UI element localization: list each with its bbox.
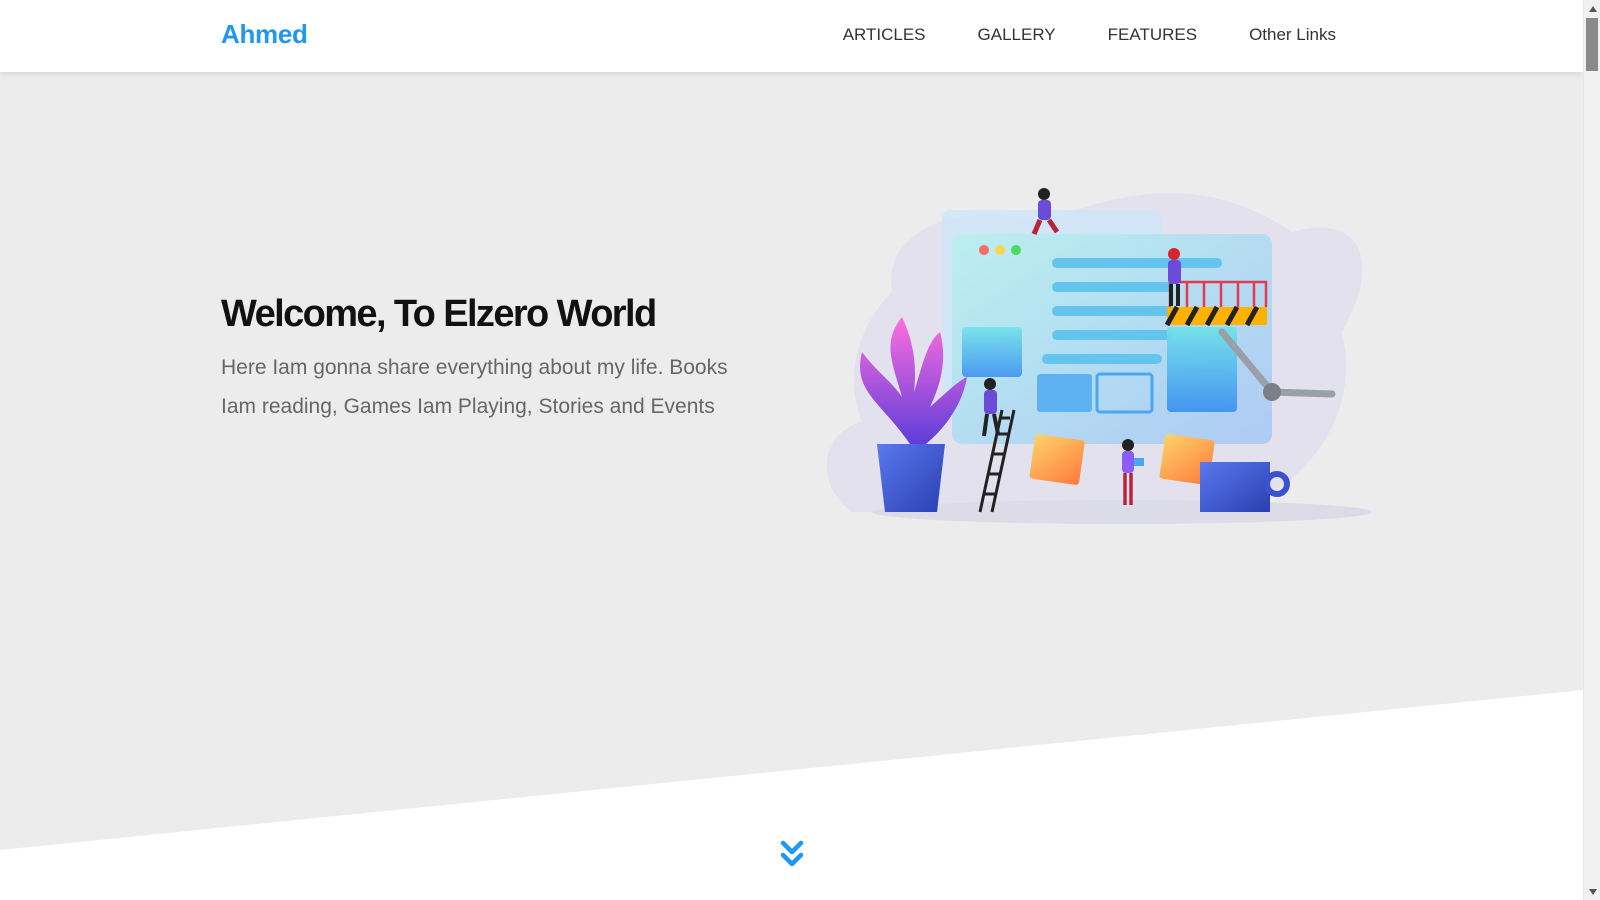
sticky-note	[1029, 434, 1085, 485]
landing-title: Welcome, To Elzero World	[221, 293, 657, 335]
vertical-scrollbar[interactable]	[1583, 0, 1600, 900]
content-line	[1042, 354, 1162, 364]
background-blob-shadow	[872, 500, 1372, 524]
coffee-mug	[1200, 462, 1270, 512]
main-nav: ARTICLES GALLERY FEATURES Other Links	[791, 25, 1336, 45]
scrollbar-thumb[interactable]	[1586, 18, 1598, 71]
scroll-down-button[interactable]	[1584, 883, 1600, 900]
content-block	[962, 327, 1022, 377]
triangle-up-icon	[1588, 5, 1597, 12]
scroll-up-button[interactable]	[1584, 0, 1600, 17]
content-line	[1052, 258, 1222, 268]
window-dot-green	[1011, 245, 1021, 255]
site-logo[interactable]: Ahmed	[221, 19, 308, 50]
content-block	[1037, 374, 1092, 412]
content-line	[1052, 306, 1172, 316]
nav-link-articles[interactable]: ARTICLES	[843, 25, 926, 45]
landing-illustration	[826, 188, 1372, 524]
content-line	[1052, 282, 1172, 292]
nav-link-features[interactable]: FEATURES	[1108, 25, 1197, 45]
landing-text: Welcome, To Elzero World Here Iam gonna …	[221, 292, 741, 426]
plant-pot	[877, 444, 945, 512]
content-line	[1052, 330, 1172, 340]
triangle-down-icon	[1588, 888, 1597, 895]
landing-description: Here Iam gonna share everything about my…	[221, 356, 728, 418]
double-chevron-down-icon	[780, 840, 804, 867]
window-dot-red	[979, 245, 989, 255]
window-dot-yellow	[995, 245, 1005, 255]
site-header: Ahmed ARTICLES GALLERY FEATURES Other Li…	[0, 0, 1583, 72]
go-down-button[interactable]	[780, 840, 804, 870]
nav-link-gallery[interactable]: GALLERY	[978, 25, 1056, 45]
nav-link-other-links[interactable]: Other Links	[1249, 25, 1336, 45]
robot-arm-joint	[1263, 383, 1281, 401]
page-viewport: Ahmed ARTICLES GALLERY FEATURES Other Li…	[0, 0, 1583, 900]
